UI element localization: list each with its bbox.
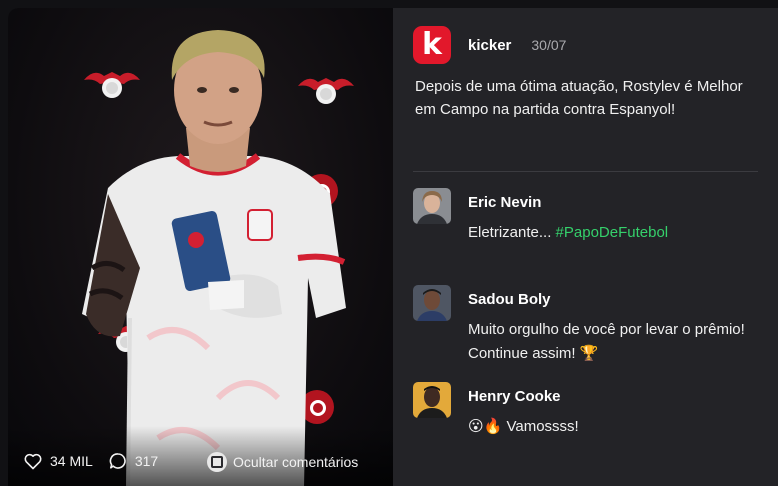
app-frame: 34 MIL 317 Ocultar comentários k kicker …: [0, 0, 778, 486]
post-photo[interactable]: 34 MIL 317 Ocultar comentários: [8, 8, 393, 486]
commenter-avatar[interactable]: [413, 382, 451, 418]
comment-hashtag-link[interactable]: #PapoDeFutebol: [556, 224, 669, 241]
post-date: 30/07: [531, 37, 567, 53]
commenter-name[interactable]: Henry Cooke: [468, 388, 768, 405]
player-portrait-image: [82, 30, 346, 486]
hide-comments-label: Ocultar comentários: [233, 454, 359, 470]
kicker-logo[interactable]: k: [413, 26, 451, 64]
commenter-name[interactable]: Sadou Boly: [468, 291, 768, 308]
comment-text: 😮🔥 Vamossss!: [468, 418, 579, 435]
commenter-avatar[interactable]: [413, 285, 451, 321]
commenter-name[interactable]: Eric Nevin: [468, 194, 768, 211]
like-count: 34 MIL: [50, 453, 93, 469]
comment-text: Muito orgulho de você por levar o prêmio…: [468, 321, 745, 362]
engagement-stats: 34 MIL 317: [24, 452, 174, 470]
hide-comments-button[interactable]: Ocultar comentários: [207, 452, 358, 472]
comments-divider: [413, 171, 758, 172]
comment-item: Henry Cooke 😮🔥 Vamossss!: [413, 382, 768, 439]
post-caption: Depois de uma ótima atuação, Rostylev é …: [415, 78, 743, 118]
commenter-avatar[interactable]: [413, 188, 451, 224]
post-card: 34 MIL 317 Ocultar comentários k kicker …: [8, 8, 778, 486]
post-details-panel: k kicker 30/07 Depois de uma ótima atuaç…: [393, 8, 778, 486]
comment-item: Eric Nevin Eletrizante... #PapoDeFutebol: [413, 188, 768, 245]
comment-stat[interactable]: 317: [109, 452, 158, 470]
post-author[interactable]: kicker: [468, 37, 511, 54]
comment-item: Sadou Boly Muito orgulho de você por lev…: [413, 285, 768, 366]
post-header: k kicker 30/07: [413, 26, 566, 64]
comment-text: Eletrizante... #PapoDeFutebol: [468, 221, 768, 245]
heart-icon: [24, 453, 42, 469]
kicker-logo-letter: k: [422, 27, 442, 62]
comment-count: 317: [134, 453, 159, 469]
comment-text-body: Eletrizante...: [468, 224, 556, 241]
circle-square-icon: [207, 452, 227, 472]
like-stat[interactable]: 34 MIL: [24, 453, 93, 470]
speech-bubble-icon: [109, 453, 126, 469]
